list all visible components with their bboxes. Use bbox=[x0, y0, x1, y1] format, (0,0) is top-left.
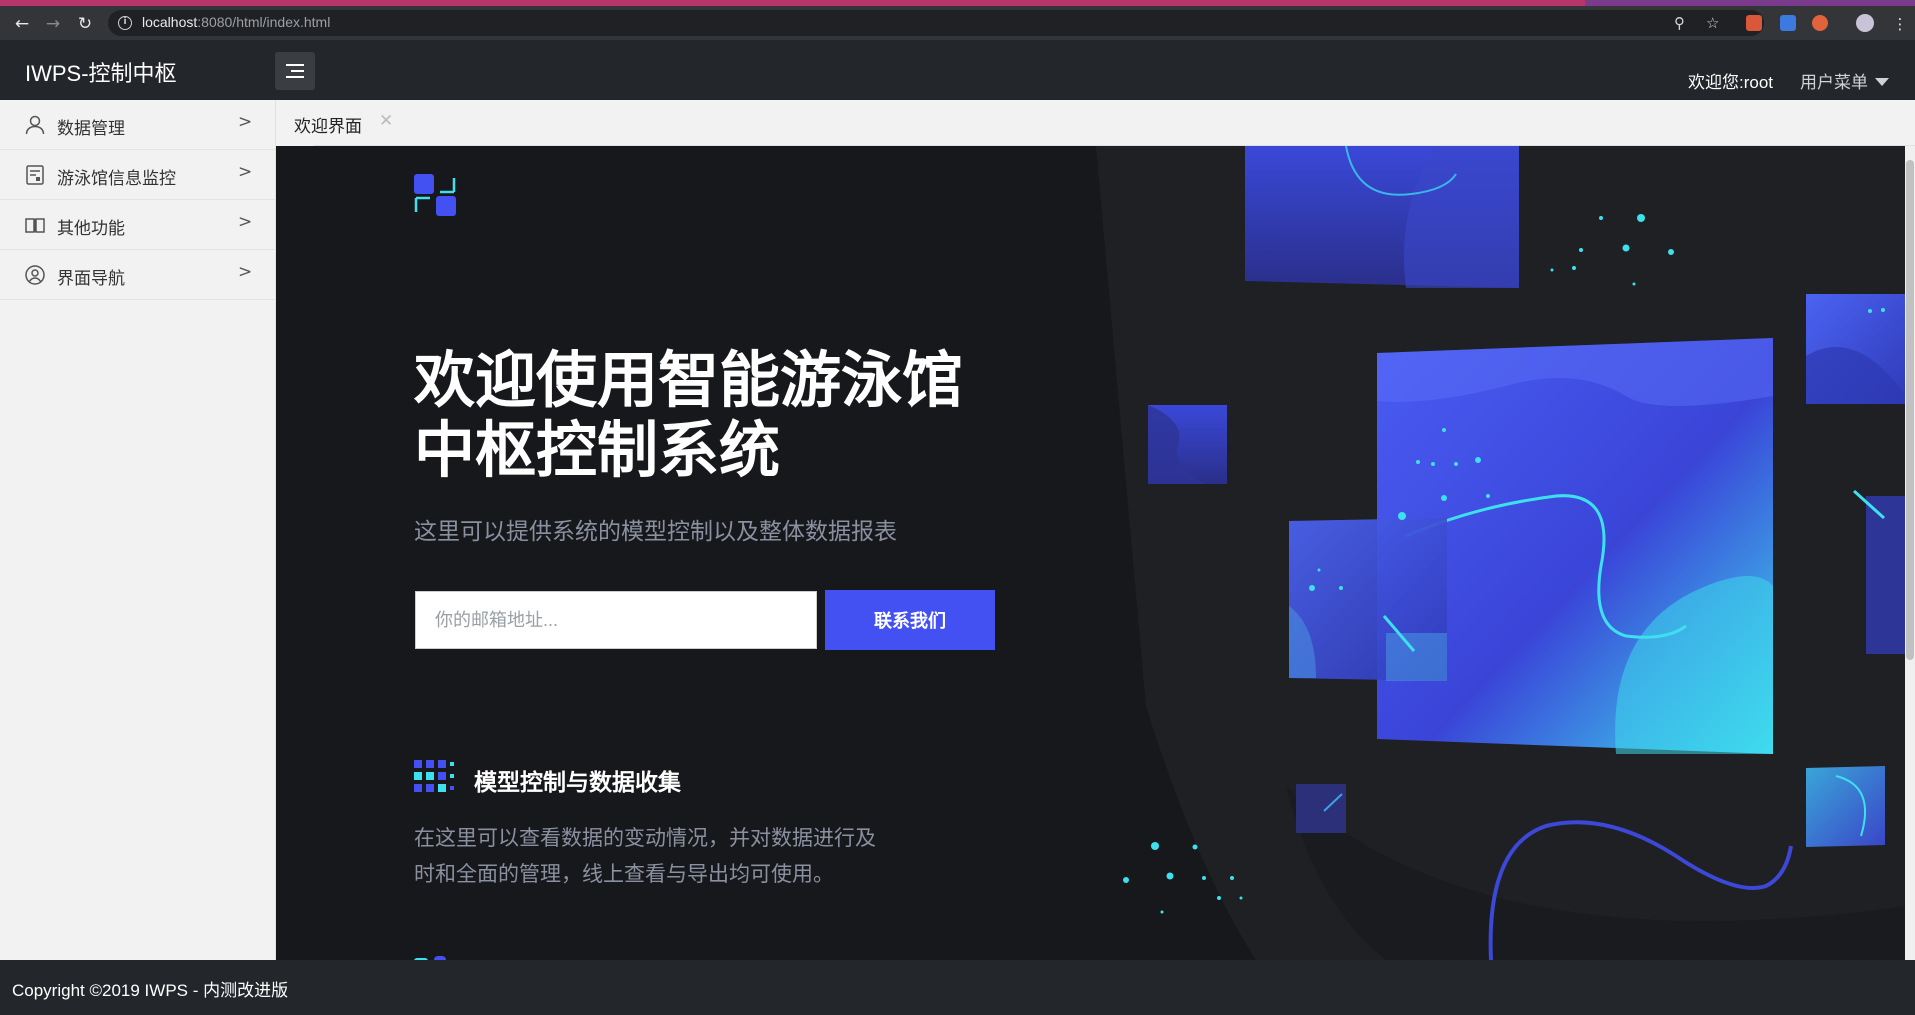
back-icon[interactable]: ← bbox=[12, 14, 32, 34]
tab-label: 欢迎界面 bbox=[294, 117, 362, 136]
site-info-icon[interactable]: i bbox=[118, 16, 132, 30]
hero-title-line: 欢迎使用智能游泳馆 bbox=[414, 345, 964, 416]
menu-toggle-icon bbox=[286, 64, 304, 66]
sidebar-item-ui-navigation[interactable]: 界面导航 > bbox=[0, 250, 276, 300]
welcome-page: 欢迎使用智能游泳馆 中枢控制系统 这里可以提供系统的模型控制以及整体数据报表 联… bbox=[276, 146, 1906, 960]
feature-icon bbox=[414, 956, 446, 960]
caret-down-icon bbox=[1875, 78, 1889, 86]
feature-title: 模型控制与数据收集 bbox=[474, 770, 681, 796]
bookmark-star-icon[interactable]: ☆ bbox=[1706, 14, 1719, 32]
monitor-icon bbox=[26, 165, 44, 185]
user-menu-label: 用户菜单 bbox=[1800, 73, 1868, 92]
hero-title-line: 中枢控制系统 bbox=[414, 415, 781, 486]
sidebar-toggle-button[interactable] bbox=[275, 52, 315, 90]
feature-description-line: 时和全面的管理，线上查看与导出均可使用。 bbox=[414, 863, 834, 886]
book-icon bbox=[25, 218, 45, 233]
chevron-right-icon: > bbox=[238, 112, 253, 132]
feature-description-line: 在这里可以查看数据的变动情况，并对数据进行及 bbox=[414, 827, 876, 850]
close-icon[interactable]: ✕ bbox=[379, 111, 393, 131]
hero-title: 欢迎使用智能游泳馆 中枢控制系统 bbox=[414, 346, 1014, 486]
footer: Copyright ©2019 IWPS - 内测改进版 bbox=[0, 960, 1915, 1015]
forward-icon[interactable]: → bbox=[43, 14, 63, 34]
app-header: IWPS-控制中枢 欢迎您:root 用户菜单 bbox=[0, 40, 1915, 100]
extension-icon[interactable] bbox=[1746, 15, 1762, 31]
menu-toggle-icon bbox=[286, 76, 304, 78]
email-input[interactable] bbox=[415, 591, 817, 649]
chevron-right-icon: > bbox=[238, 262, 253, 282]
menu-toggle-icon bbox=[291, 70, 304, 72]
sidebar-item-label: 其他功能 bbox=[57, 219, 125, 238]
copyright-text: Copyright ©2019 IWPS - 内测改进版 bbox=[12, 981, 289, 1000]
profile-avatar[interactable] bbox=[1856, 14, 1874, 32]
hero-subtitle: 这里可以提供系统的模型控制以及整体数据报表 bbox=[414, 518, 897, 544]
address-bar[interactable]: i localhost:8080/html/index.html ⚲ ☆ bbox=[108, 10, 1764, 36]
sidebar-item-label: 数据管理 bbox=[57, 119, 125, 138]
url-text[interactable]: localhost:8080/html/index.html bbox=[142, 14, 330, 30]
content-scrollbar[interactable] bbox=[1905, 146, 1915, 960]
tab-welcome[interactable]: 欢迎界面 ✕ bbox=[276, 100, 393, 146]
chevron-right-icon: > bbox=[238, 212, 253, 232]
sidebar-item-other-functions[interactable]: 其他功能 > bbox=[0, 200, 276, 250]
grid-dots-icon bbox=[414, 760, 454, 792]
browser-toolbar: ← → ↻ i localhost:8080/html/index.html ⚲… bbox=[0, 6, 1915, 40]
zoom-icon[interactable]: ⚲ bbox=[1674, 14, 1685, 32]
sidebar-item-pool-monitoring[interactable]: 游泳馆信息监控 > bbox=[0, 150, 276, 200]
extension-icon[interactable] bbox=[1812, 15, 1828, 31]
sidebar-item-data-management[interactable]: 数据管理 > bbox=[0, 100, 276, 150]
feature-description: 在这里可以查看数据的变动情况，并对数据进行及 时和全面的管理，线上查看与导出均可… bbox=[414, 821, 924, 893]
welcome-user-text: 欢迎您:root bbox=[1688, 73, 1774, 92]
reload-icon[interactable]: ↻ bbox=[75, 14, 95, 34]
tab-bar: 欢迎界面 ✕ bbox=[276, 100, 1915, 146]
sidebar-item-label: 游泳馆信息监控 bbox=[57, 169, 176, 188]
app-logo-icon bbox=[414, 174, 456, 216]
chevron-right-icon: > bbox=[238, 162, 253, 182]
url-path: :8080/html/index.html bbox=[197, 14, 331, 30]
user-icon bbox=[25, 115, 45, 135]
app-brand: IWPS-控制中枢 bbox=[25, 61, 177, 86]
user-circle-icon bbox=[25, 265, 45, 285]
sidebar-item-label: 界面导航 bbox=[57, 269, 125, 288]
user-menu-dropdown[interactable]: 用户菜单 bbox=[1800, 68, 1889, 93]
translate-extension-icon[interactable] bbox=[1780, 15, 1796, 31]
url-host: localhost bbox=[142, 14, 198, 30]
sidebar: 数据管理 > 游泳馆信息监控 > 其他功能 > 界面导航 > bbox=[0, 100, 276, 960]
more-menu-icon[interactable]: ⋮ bbox=[1890, 14, 1910, 34]
scrollbar-thumb[interactable] bbox=[1906, 160, 1914, 660]
contact-us-button[interactable]: 联系我们 bbox=[825, 590, 995, 650]
